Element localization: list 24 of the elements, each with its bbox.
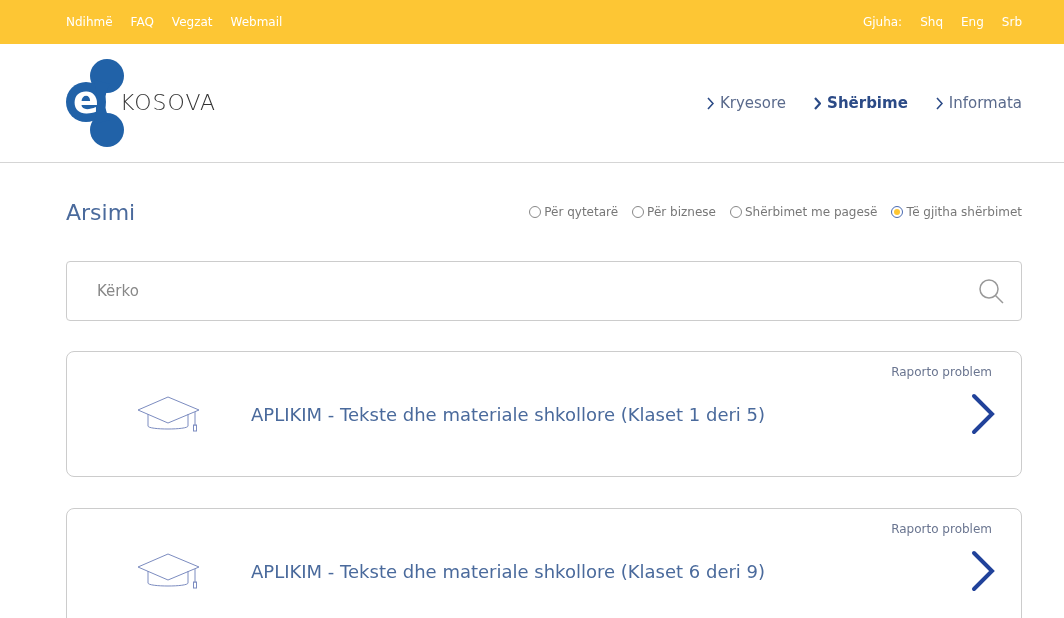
logo-name: KOSOVA <box>120 90 217 115</box>
page-title: Arsimi <box>66 199 136 225</box>
service-title[interactable]: APLIKIM - Tekste dhe materiale shkollore (Klaset 1 deri 5) <box>251 403 971 425</box>
chevron-right-icon[interactable] <box>971 550 995 592</box>
language-label: Gjuha: <box>862 15 903 29</box>
search-field[interactable]: Kërko <box>66 261 1022 321</box>
chevron-right-icon <box>935 96 943 110</box>
service-title[interactable]: APLIKIM - Tekste dhe materiale shkollore (Klaset 6 deri 9) <box>251 560 971 582</box>
filter-radio[interactable]: Për biznese <box>632 205 716 219</box>
nav-link[interactable]: Shërbime <box>814 94 908 112</box>
chevron-right-icon <box>814 96 822 110</box>
filter-radio[interactable]: Të gjitha shërbimet <box>891 205 1022 219</box>
search-icon[interactable] <box>978 278 1004 304</box>
filter-radio[interactable]: Shërbimet me pagesë <box>729 205 878 219</box>
logo-letter: e <box>72 78 100 122</box>
report-link[interactable]: Raporto problem <box>891 522 992 536</box>
chevron-right-icon[interactable] <box>971 393 995 435</box>
report-link[interactable]: Raporto problem <box>891 365 992 379</box>
nav-link[interactable]: Informata <box>935 94 1022 112</box>
graduation-cap-icon <box>137 396 201 432</box>
nav-link[interactable]: Kryesore <box>706 94 787 112</box>
chevron-right-icon <box>706 96 714 110</box>
filter-radio[interactable]: Për qytetarë <box>529 205 619 219</box>
graduation-cap-icon <box>137 553 201 589</box>
